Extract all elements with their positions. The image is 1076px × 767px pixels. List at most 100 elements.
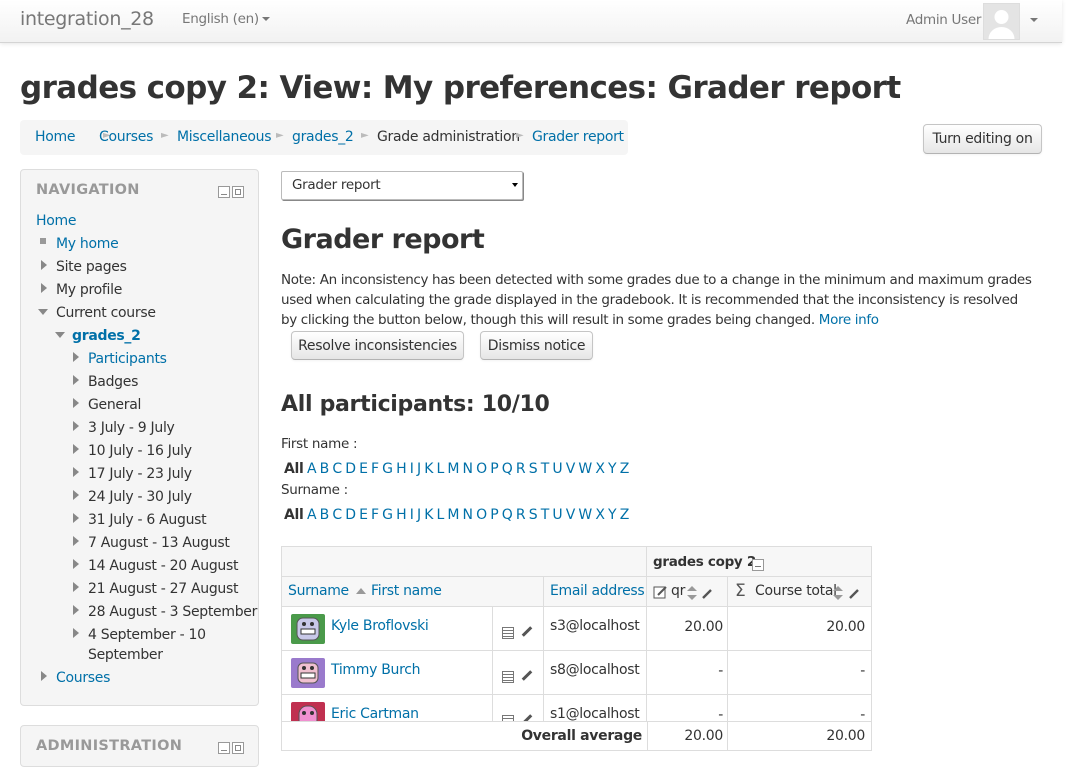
initial-link[interactable]: S [529,507,538,523]
user-menu-caret-icon[interactable] [1030,18,1038,22]
grade-item-name[interactable]: qr [671,583,685,599]
initial-link[interactable]: R [516,461,526,477]
user-avatar[interactable] [983,3,1020,40]
nav-badges[interactable]: Badges [88,372,138,392]
nav-week[interactable]: 17 July - 23 July [88,464,192,484]
expand-icon[interactable] [73,490,79,500]
collapse-icon[interactable] [55,332,65,338]
nav-week[interactable]: 3 July - 9 July [88,418,175,438]
initial-link[interactable]: K [424,461,433,477]
sort-email-link[interactable]: Email address [550,583,645,599]
user-report-icon[interactable] [502,627,514,639]
student-name-link[interactable]: Kyle Broflovski [331,618,429,634]
minimize-block-icon[interactable] [218,186,230,198]
initial-link[interactable]: V [566,507,576,523]
resolve-inconsistencies-button[interactable]: Resolve inconsistencies [291,331,464,360]
total-cell[interactable]: - [728,651,871,695]
nav-courses[interactable]: Courses [56,668,110,688]
initial-link[interactable]: Y [608,461,617,477]
sort-updown-icon[interactable] [687,586,697,600]
initial-link[interactable]: D [345,461,356,477]
nav-week[interactable]: 21 August - 27 August [88,579,238,599]
breadcrumb-courses[interactable]: Courses [99,129,153,145]
expand-icon[interactable] [73,605,79,615]
sort-updown-icon[interactable] [833,586,843,600]
initial-link[interactable]: W [578,461,592,477]
initial-link[interactable]: F [371,507,379,523]
sort-surname-link[interactable]: Surname [288,583,349,599]
initial-link[interactable]: P [490,507,498,523]
initial-link[interactable]: X [595,461,605,477]
initial-link[interactable]: A [307,461,317,477]
initial-link[interactable]: A [307,507,317,523]
initial-link[interactable]: O [476,507,487,523]
breadcrumb-grader-report[interactable]: Grader report [532,129,624,145]
initial-link[interactable]: B [320,507,330,523]
initial-link[interactable]: F [371,461,379,477]
initial-link[interactable]: M [447,507,459,523]
initial-link[interactable]: W [578,507,592,523]
minimize-block-icon[interactable] [218,742,230,754]
nav-my-home[interactable]: My home [56,234,119,254]
expand-icon[interactable] [73,628,79,638]
initial-link[interactable]: G [382,507,393,523]
nav-home[interactable]: Home [36,211,76,231]
nav-week[interactable]: 4 September - 10 [88,625,206,645]
expand-icon[interactable] [73,398,79,408]
expand-icon[interactable] [73,421,79,431]
initial-link[interactable]: U [552,461,562,477]
initial-link[interactable]: G [382,461,393,477]
expand-icon[interactable] [41,260,47,270]
grade-cell[interactable]: 20.00 [647,607,728,651]
initial-link[interactable]: L [436,461,444,477]
initial-link[interactable]: X [595,507,605,523]
initial-link[interactable]: Y [608,507,617,523]
initial-link[interactable]: Z [620,507,630,523]
nav-week[interactable]: 31 July - 6 August [88,510,207,530]
initial-link[interactable]: D [345,507,356,523]
expand-icon[interactable] [73,352,79,362]
expand-icon[interactable] [73,375,79,385]
initial-link[interactable]: I [410,461,414,477]
initial-link[interactable]: K [424,507,433,523]
expand-icon[interactable] [73,467,79,477]
expand-icon[interactable] [41,671,47,681]
initial-link[interactable]: C [332,461,342,477]
expand-icon[interactable] [73,536,79,546]
initial-link[interactable]: E [359,461,368,477]
collapse-icon[interactable] [38,309,48,315]
user-menu-name[interactable]: Admin User [906,12,981,28]
dock-block-icon[interactable] [232,186,244,198]
nav-general[interactable]: General [88,395,141,415]
initial-link[interactable]: V [566,461,576,477]
initial-link[interactable]: J [417,461,421,477]
nav-course-grades-2[interactable]: grades_2 [72,326,141,346]
initial-link[interactable]: U [552,507,562,523]
collapse-category-icon[interactable] [752,559,764,571]
initial-link[interactable]: P [490,461,498,477]
expand-icon[interactable] [73,444,79,454]
initial-link[interactable]: J [417,507,421,523]
sort-firstname-link[interactable]: First name [371,583,442,599]
site-brand-link[interactable]: integration_28 [20,8,154,30]
breadcrumb-miscellaneous[interactable]: Miscellaneous [177,129,272,145]
nav-current-course[interactable]: Current course [56,303,156,323]
initial-link[interactable]: Q [502,507,513,523]
language-menu[interactable]: English (en) [182,11,270,27]
expand-icon[interactable] [73,559,79,569]
course-total-label[interactable]: Course total [755,583,837,599]
edit-pencil-icon[interactable] [521,670,533,681]
nav-week[interactable]: 28 August - 3 September [88,602,257,622]
total-cell[interactable]: 20.00 [728,607,871,651]
initial-link[interactable]: L [436,507,444,523]
grade-cell[interactable]: - [647,651,728,695]
initial-link[interactable]: N [463,507,473,523]
initial-link[interactable]: S [529,461,538,477]
expand-icon[interactable] [41,283,47,293]
initial-link[interactable]: R [516,507,526,523]
student-avatar[interactable] [291,614,325,644]
initial-link[interactable]: N [463,461,473,477]
more-info-link[interactable]: More info [819,312,879,328]
student-name-link[interactable]: Timmy Burch [331,662,421,678]
breadcrumb-course[interactable]: grades_2 [292,129,354,145]
